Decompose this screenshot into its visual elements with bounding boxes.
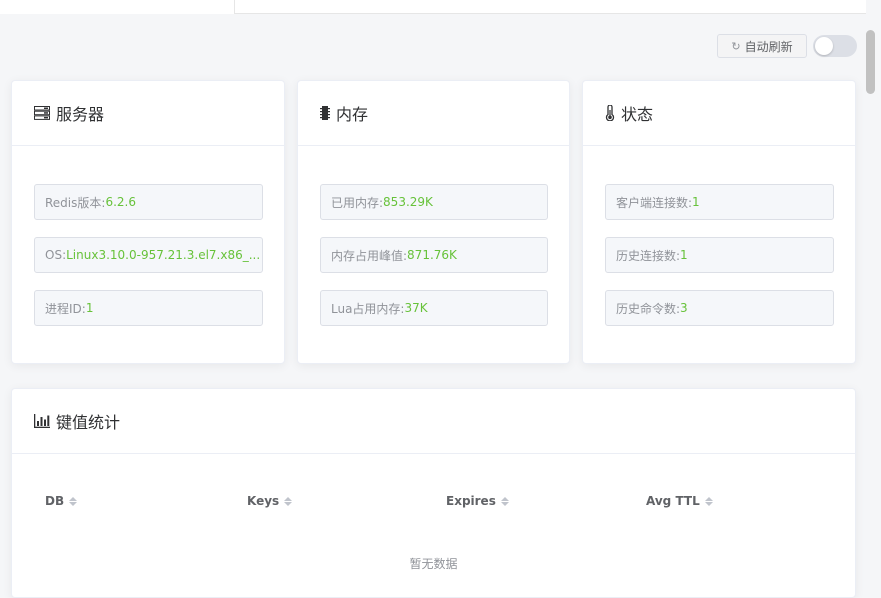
lua-memory-value: 37K xyxy=(404,301,428,315)
status-card-title: 状态 xyxy=(621,105,654,124)
history-commands-field: 历史命令数: 3 xyxy=(605,290,834,326)
column-avg-ttl-label: Avg TTL xyxy=(646,494,700,508)
memory-chip-icon xyxy=(320,106,330,120)
used-memory-label: 已用内存: xyxy=(331,195,384,210)
sort-icon[interactable] xyxy=(69,496,78,506)
server-card-title: 服务器 xyxy=(56,105,105,124)
redis-version-value: 6.2.6 xyxy=(105,195,136,209)
process-id-label: 进程ID: xyxy=(45,301,86,316)
sort-icon[interactable] xyxy=(500,496,509,506)
bar-chart-icon xyxy=(34,414,50,428)
key-stats-card: 键值统计 DB Keys Expires Avg TTL 暂无数据 xyxy=(11,388,856,598)
os-field: OS: Linux3.10.0-957.21.3.el7.x86_... xyxy=(34,237,263,273)
process-id-value: 1 xyxy=(85,301,94,315)
column-keys[interactable]: Keys xyxy=(247,494,293,508)
client-connections-value: 1 xyxy=(692,195,700,209)
peak-memory-field: 内存占用峰值: 871.76K xyxy=(320,237,548,273)
memory-card-title: 内存 xyxy=(336,105,369,124)
os-label: OS: xyxy=(45,248,67,262)
column-keys-label: Keys xyxy=(247,494,280,508)
key-stats-table-header: DB Keys Expires Avg TTL xyxy=(12,494,855,518)
peak-memory-label: 内存占用峰值: xyxy=(331,248,408,263)
memory-card: 内存 已用内存: 853.29K 内存占用峰值: 871.76K Lua占用内存… xyxy=(297,80,570,364)
peak-memory-value: 871.76K xyxy=(407,248,457,262)
redis-version-label: Redis版本: xyxy=(45,195,106,210)
server-card-header: 服务器 xyxy=(12,81,284,146)
os-value: Linux3.10.0-957.21.3.el7.x86_... xyxy=(66,248,261,262)
auto-refresh-button[interactable]: ↻ 自动刷新 xyxy=(717,34,807,58)
column-expires[interactable]: Expires xyxy=(446,494,509,508)
sort-icon[interactable] xyxy=(284,496,293,506)
server-card: 服务器 Redis版本: 6.2.6 OS: Linux3.10.0-957.2… xyxy=(11,80,285,364)
toggle-knob xyxy=(815,37,833,55)
used-memory-field: 已用内存: 853.29K xyxy=(320,184,548,220)
column-db[interactable]: DB xyxy=(45,494,78,508)
auto-refresh-toggle[interactable] xyxy=(813,35,857,57)
key-stats-title: 键值统计 xyxy=(56,413,121,432)
memory-card-header: 内存 xyxy=(298,81,569,146)
scrollbar-thumb[interactable] xyxy=(866,30,875,94)
history-connections-label: 历史连接数: xyxy=(616,248,681,263)
client-connections-field: 客户端连接数: 1 xyxy=(605,184,834,220)
history-commands-value: 3 xyxy=(680,301,688,315)
tab-divider xyxy=(234,0,235,14)
key-stats-header: 键值统计 xyxy=(12,389,855,454)
thermometer-icon xyxy=(605,105,615,121)
used-memory-value: 853.29K xyxy=(383,195,433,209)
history-connections-value: 1 xyxy=(680,248,688,262)
empty-table-text: 暂无数据 xyxy=(409,557,458,571)
process-id-field: 进程ID: 1 xyxy=(34,290,263,326)
history-connections-field: 历史连接数: 1 xyxy=(605,237,834,273)
lua-memory-field: Lua占用内存: 37K xyxy=(320,290,548,326)
client-connections-label: 客户端连接数: xyxy=(616,195,693,210)
top-tab-bar xyxy=(0,0,866,14)
server-icon xyxy=(34,106,50,120)
tab-underline xyxy=(235,13,866,14)
sort-icon[interactable] xyxy=(704,496,713,506)
column-expires-label: Expires xyxy=(446,494,496,508)
refresh-icon: ↻ xyxy=(731,39,741,53)
history-commands-label: 历史命令数: xyxy=(616,301,681,316)
lua-memory-label: Lua占用内存: xyxy=(331,301,405,316)
column-avg-ttl[interactable]: Avg TTL xyxy=(646,494,713,508)
auto-refresh-label: 自动刷新 xyxy=(744,39,793,54)
status-card: 状态 客户端连接数: 1 历史连接数: 1 历史命令数: 3 xyxy=(582,80,856,364)
status-card-header: 状态 xyxy=(583,81,855,146)
redis-version-field: Redis版本: 6.2.6 xyxy=(34,184,263,220)
column-db-label: DB xyxy=(45,494,65,508)
